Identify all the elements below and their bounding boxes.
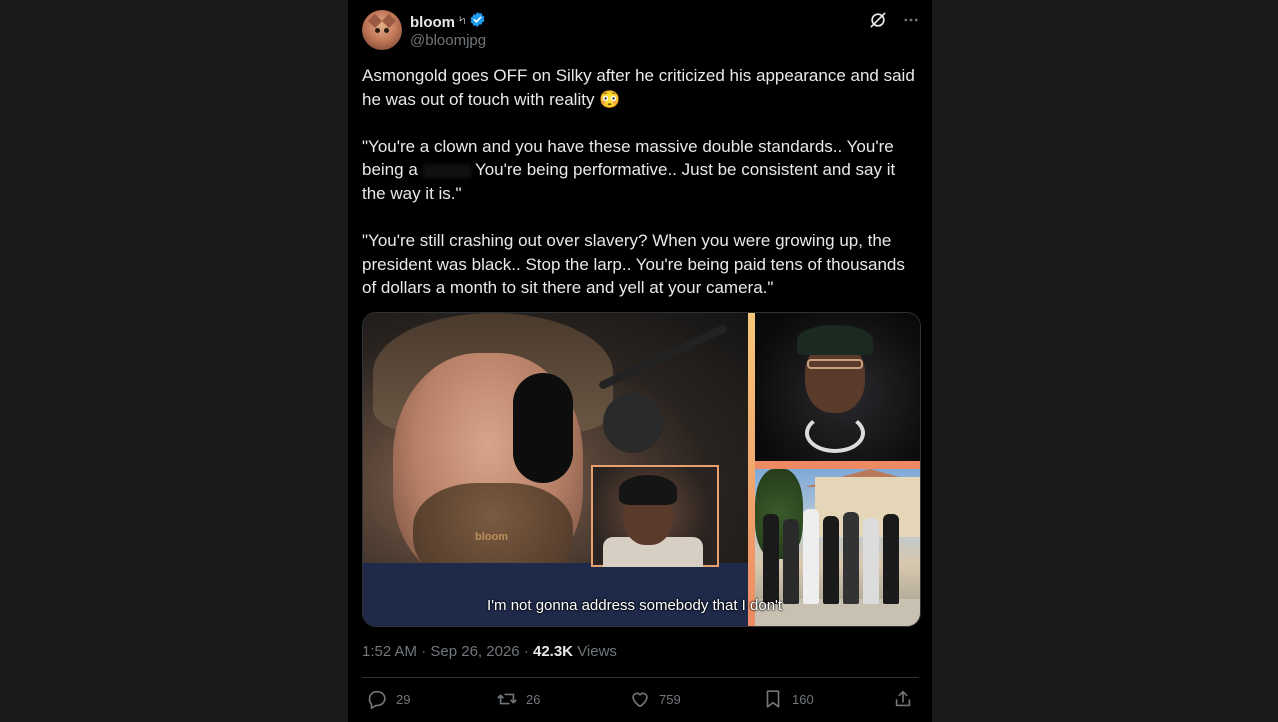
- tweet-text: Asmongold goes OFF on Silky after he cri…: [362, 64, 922, 324]
- share-icon: [892, 688, 914, 710]
- tweet-media[interactable]: bloom I'm not gonna address somebody tha…: [362, 312, 921, 627]
- tweet-paragraph-2: "You're a clown and you have these massi…: [362, 135, 922, 206]
- media-caption: I'm not gonna address somebody that I do…: [487, 597, 783, 614]
- views-count: 42.3K: [532, 643, 574, 660]
- tweet-card: bloom ৸ @bloomjpg Asmongold goes OFF on …: [348, 0, 932, 722]
- divider: [362, 677, 919, 678]
- tweet-time[interactable]: 1:52 AM: [362, 643, 417, 660]
- media-top-right-pane: [755, 313, 920, 461]
- like-count: 759: [659, 691, 681, 707]
- more-icon[interactable]: [902, 11, 920, 29]
- grok-icon[interactable]: [868, 10, 888, 30]
- like-icon: [629, 688, 651, 710]
- like-button[interactable]: 759: [629, 688, 681, 710]
- avatar[interactable]: [362, 10, 402, 50]
- media-watermark: bloom: [475, 531, 508, 543]
- tweet-date[interactable]: Sep 26, 2026: [430, 643, 519, 660]
- bookmark-button[interactable]: 160: [762, 688, 814, 710]
- share-button[interactable]: [892, 688, 914, 710]
- author-handle[interactable]: @bloomjpg: [410, 32, 486, 49]
- tweet-paragraph-3: "You're still crashing out over slavery?…: [362, 231, 905, 298]
- media-main-pane: bloom: [363, 313, 748, 626]
- reply-icon: [366, 688, 388, 710]
- author-name-row[interactable]: bloom ৸: [410, 11, 486, 33]
- author-name-emoji: ৸: [459, 13, 466, 27]
- bookmark-count: 160: [792, 691, 814, 707]
- tweet-paragraph-1: Asmongold goes OFF on Silky after he cri…: [362, 66, 915, 109]
- redacted-word: [422, 163, 471, 178]
- tweet-meta: 1:52 AM · Sep 26, 2026 · 42.3K Views: [362, 643, 617, 660]
- repost-icon: [496, 688, 518, 710]
- reply-count: 29: [396, 691, 411, 707]
- verified-badge-icon: [469, 11, 486, 33]
- repost-button[interactable]: 26: [496, 688, 540, 710]
- top-icons: [868, 10, 920, 30]
- media-inset-pane: [591, 465, 719, 567]
- bookmark-icon: [762, 688, 784, 710]
- reply-button[interactable]: 29: [366, 688, 410, 710]
- repost-count: 26: [526, 691, 541, 707]
- author-display-name[interactable]: bloom: [410, 14, 455, 31]
- action-bar: 29 26 759 160: [362, 688, 919, 716]
- views-label: Views: [577, 643, 617, 660]
